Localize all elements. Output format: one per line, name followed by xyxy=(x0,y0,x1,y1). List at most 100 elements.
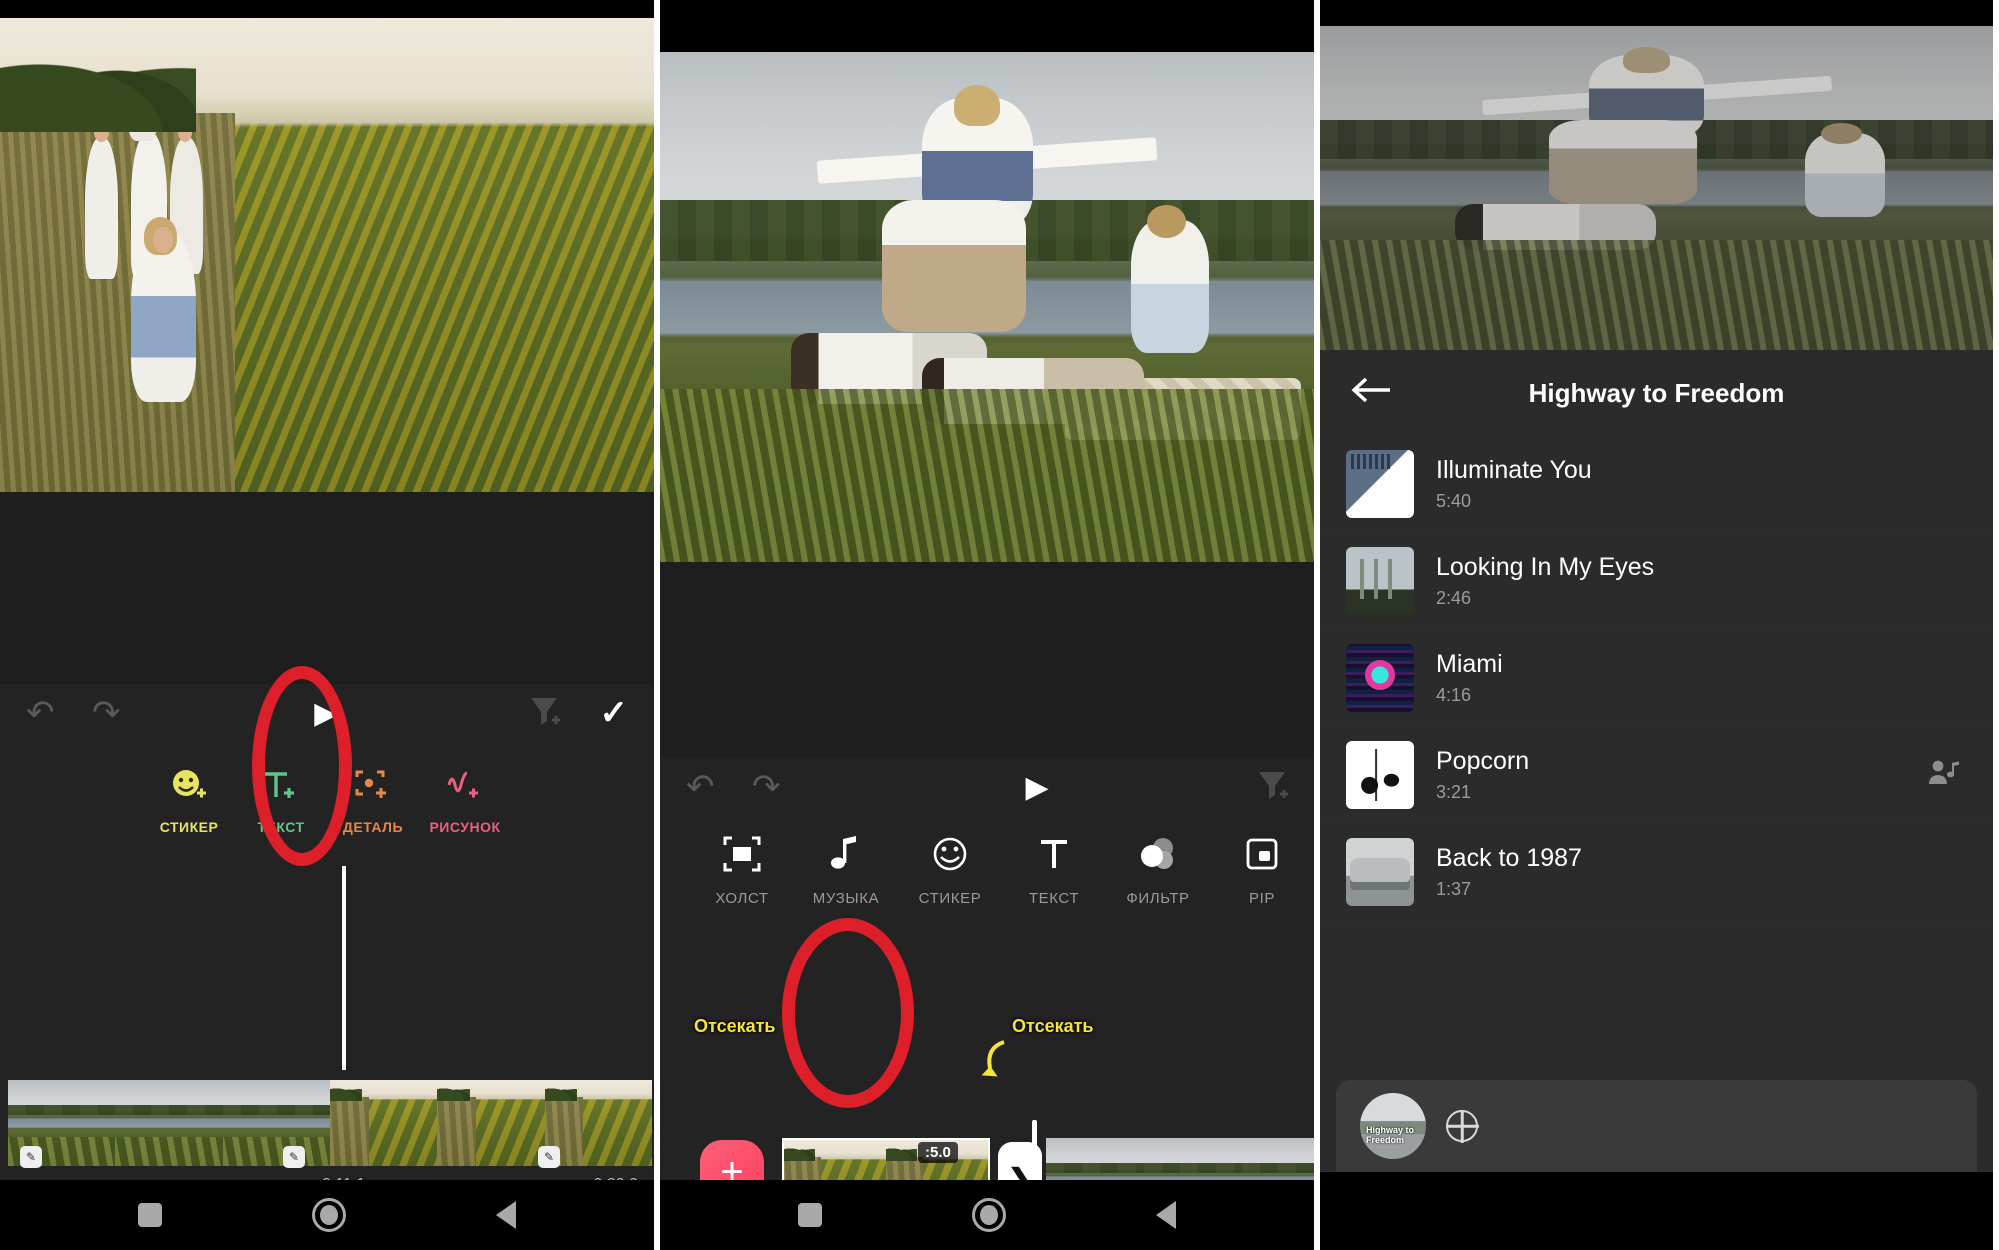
tool-filter[interactable]: ФИЛЬТР xyxy=(1106,826,1210,907)
track-duration: 4:16 xyxy=(1436,685,1472,705)
tool-text[interactable]: ТЕКСТ xyxy=(235,764,327,835)
boy-hair xyxy=(1821,123,1862,145)
now-playing-album-label: Highway to Freedom xyxy=(1366,1125,1415,1145)
recents-button[interactable] xyxy=(138,1203,162,1227)
clip-edit-handle[interactable]: ✎ xyxy=(20,1146,42,1168)
track-row[interactable]: Miami 4:16 xyxy=(1320,630,1993,727)
video-preview-p3[interactable] xyxy=(1320,26,1993,350)
clip-frame[interactable] xyxy=(544,1080,652,1166)
redo-button[interactable]: ↷ xyxy=(752,767,818,807)
play-button[interactable]: ▶ xyxy=(314,696,337,731)
clip-frame[interactable] xyxy=(222,1080,330,1166)
clip-frame[interactable] xyxy=(115,1080,223,1166)
music-picker-sheet: Highway to Freedom Illuminate You 5:40 L… xyxy=(1320,350,1993,1250)
recents-button[interactable] xyxy=(798,1203,822,1227)
status-bar-p2 xyxy=(660,0,1314,52)
clip-frame[interactable] xyxy=(437,1080,545,1166)
back-button[interactable] xyxy=(496,1201,516,1229)
editor-toolbar-top-p1: ↶ ↷ ▶ ✓ xyxy=(0,684,654,742)
preview-subjects-p3 xyxy=(1320,26,1993,350)
draw-scribble-add-icon xyxy=(419,764,511,810)
album-art xyxy=(1346,838,1414,906)
three-panel-screenshot-collage: ↶ ↷ ▶ ✓ СТИКЕР ТЕКСТ ДЕТАЛЬ РИСУНОК ✎ ✎ … xyxy=(0,0,1999,1250)
undo-button[interactable]: ↶ xyxy=(686,767,752,807)
tool-sticker[interactable]: СТИКЕР xyxy=(143,764,235,835)
album-art xyxy=(1346,644,1414,712)
sticker-smiley-icon xyxy=(898,826,1002,882)
back-button[interactable] xyxy=(1156,1201,1176,1229)
back-arrow-icon[interactable] xyxy=(1350,375,1396,411)
tool-label: СТИКЕР xyxy=(159,819,219,835)
track-row[interactable]: Back to 1987 1:37 xyxy=(1320,824,1993,921)
play-button[interactable]: ▶ xyxy=(1025,770,1048,805)
panel-music-tool: ↶ ↷ ▶ ХОЛСТ МУЗЫКА СТИКЕР ТЕКСТ ФИЛЬТР P… xyxy=(660,0,1320,1250)
track-duration: 3:21 xyxy=(1436,782,1472,802)
picture-in-picture-icon xyxy=(1210,826,1314,882)
tool-canvas[interactable]: ХОЛСТ xyxy=(690,826,794,907)
undo-button[interactable]: ↶ xyxy=(26,693,92,733)
preview-subjects-p2 xyxy=(660,52,1314,562)
album-art xyxy=(1346,450,1414,518)
album-art xyxy=(1346,741,1414,809)
person-figure xyxy=(85,136,118,279)
home-button[interactable] xyxy=(312,1198,346,1232)
tool-label: СТИКЕР xyxy=(918,890,982,907)
tool-draw[interactable]: РИСУНОК xyxy=(419,764,511,835)
track-row[interactable]: Looking In My Eyes 2:46 xyxy=(1320,533,1993,630)
sticker-smiley-add-icon xyxy=(143,764,235,810)
hint-arrow-down-icon xyxy=(978,1040,1014,1089)
person-head xyxy=(94,122,109,143)
hint-canvas-otsekat: Отсекать xyxy=(694,1016,776,1036)
track-title: Illuminate You xyxy=(1436,456,1592,484)
clip-edit-handle[interactable]: ✎ xyxy=(283,1146,305,1168)
clip-edit-handle[interactable]: ✎ xyxy=(538,1146,560,1168)
filter-add-icon[interactable] xyxy=(1256,768,1289,807)
tool-music[interactable]: МУЗЫКА xyxy=(794,826,898,907)
tool-label: PIP xyxy=(1249,890,1275,907)
child-hair xyxy=(954,85,1001,126)
preview-subjects-p1 xyxy=(0,18,654,492)
child-running-figure xyxy=(130,231,197,402)
detail-focus-add-icon xyxy=(327,764,419,810)
annotation-pointer-line xyxy=(342,866,346,1070)
tool-label: ФИЛЬТР xyxy=(1126,890,1190,907)
track-list: Illuminate You 5:40 Looking In My Eyes 2… xyxy=(1320,436,1993,921)
music-note-icon xyxy=(794,826,898,882)
track-duration: 5:40 xyxy=(1436,491,1472,511)
now-playing-bar[interactable]: Highway to Freedom xyxy=(1336,1080,1977,1172)
video-preview-p2[interactable] xyxy=(660,52,1314,562)
canvas-crop-icon xyxy=(690,826,794,882)
track-title: Popcorn xyxy=(1436,747,1530,775)
hint-text-otsekat: Отсекать xyxy=(1012,1016,1094,1036)
tool-sticker[interactable]: СТИКЕР xyxy=(898,826,1002,907)
track-row[interactable]: Popcorn 3:21 xyxy=(1320,727,1993,824)
boy-sitting-figure xyxy=(1130,220,1210,353)
track-info: Looking In My Eyes 2:46 xyxy=(1436,553,1905,609)
track-info: Miami 4:16 xyxy=(1436,650,1905,706)
clip-frame[interactable] xyxy=(329,1080,438,1166)
editor-panel-p1: ↶ ↷ ▶ ✓ СТИКЕР ТЕКСТ ДЕТАЛЬ РИСУНОК ✎ ✎ … xyxy=(0,666,654,1250)
tool-text[interactable]: ТЕКСТ xyxy=(1002,826,1106,907)
tool-row-p2: ХОЛСТ МУЗЫКА СТИКЕР ТЕКСТ ФИЛЬТР PIP xyxy=(660,826,1314,907)
tool-label: ТЕКСТ xyxy=(257,819,305,835)
android-nav-bar-p2 xyxy=(660,1180,1314,1250)
adult-lying-figure xyxy=(1454,204,1657,250)
home-button[interactable] xyxy=(972,1198,1006,1232)
panel-music-picker: Highway to Freedom Illuminate You 5:40 L… xyxy=(1320,0,1993,1250)
panel-text-tool: ↶ ↷ ▶ ✓ СТИКЕР ТЕКСТ ДЕТАЛЬ РИСУНОК ✎ ✎ … xyxy=(0,0,660,1250)
tool-pip[interactable]: PIP xyxy=(1210,826,1314,907)
tool-detail[interactable]: ДЕТАЛЬ xyxy=(327,764,419,835)
redo-button[interactable]: ↷ xyxy=(92,693,158,733)
child-on-shoulders xyxy=(127,84,157,142)
globe-icon[interactable] xyxy=(1446,1110,1478,1142)
artist-music-icon[interactable] xyxy=(1927,758,1967,793)
filter-add-icon[interactable] xyxy=(528,694,560,733)
track-row[interactable]: Illuminate You 5:40 xyxy=(1320,436,1993,533)
album-art xyxy=(1346,547,1414,615)
child-face xyxy=(153,226,173,253)
track-title: Miami xyxy=(1436,650,1503,678)
red-circle-annotation-music-tool xyxy=(782,918,914,1108)
video-preview-p1[interactable] xyxy=(0,18,654,492)
confirm-button[interactable]: ✓ xyxy=(600,693,629,733)
tool-label: ДЕТАЛЬ xyxy=(342,819,404,835)
